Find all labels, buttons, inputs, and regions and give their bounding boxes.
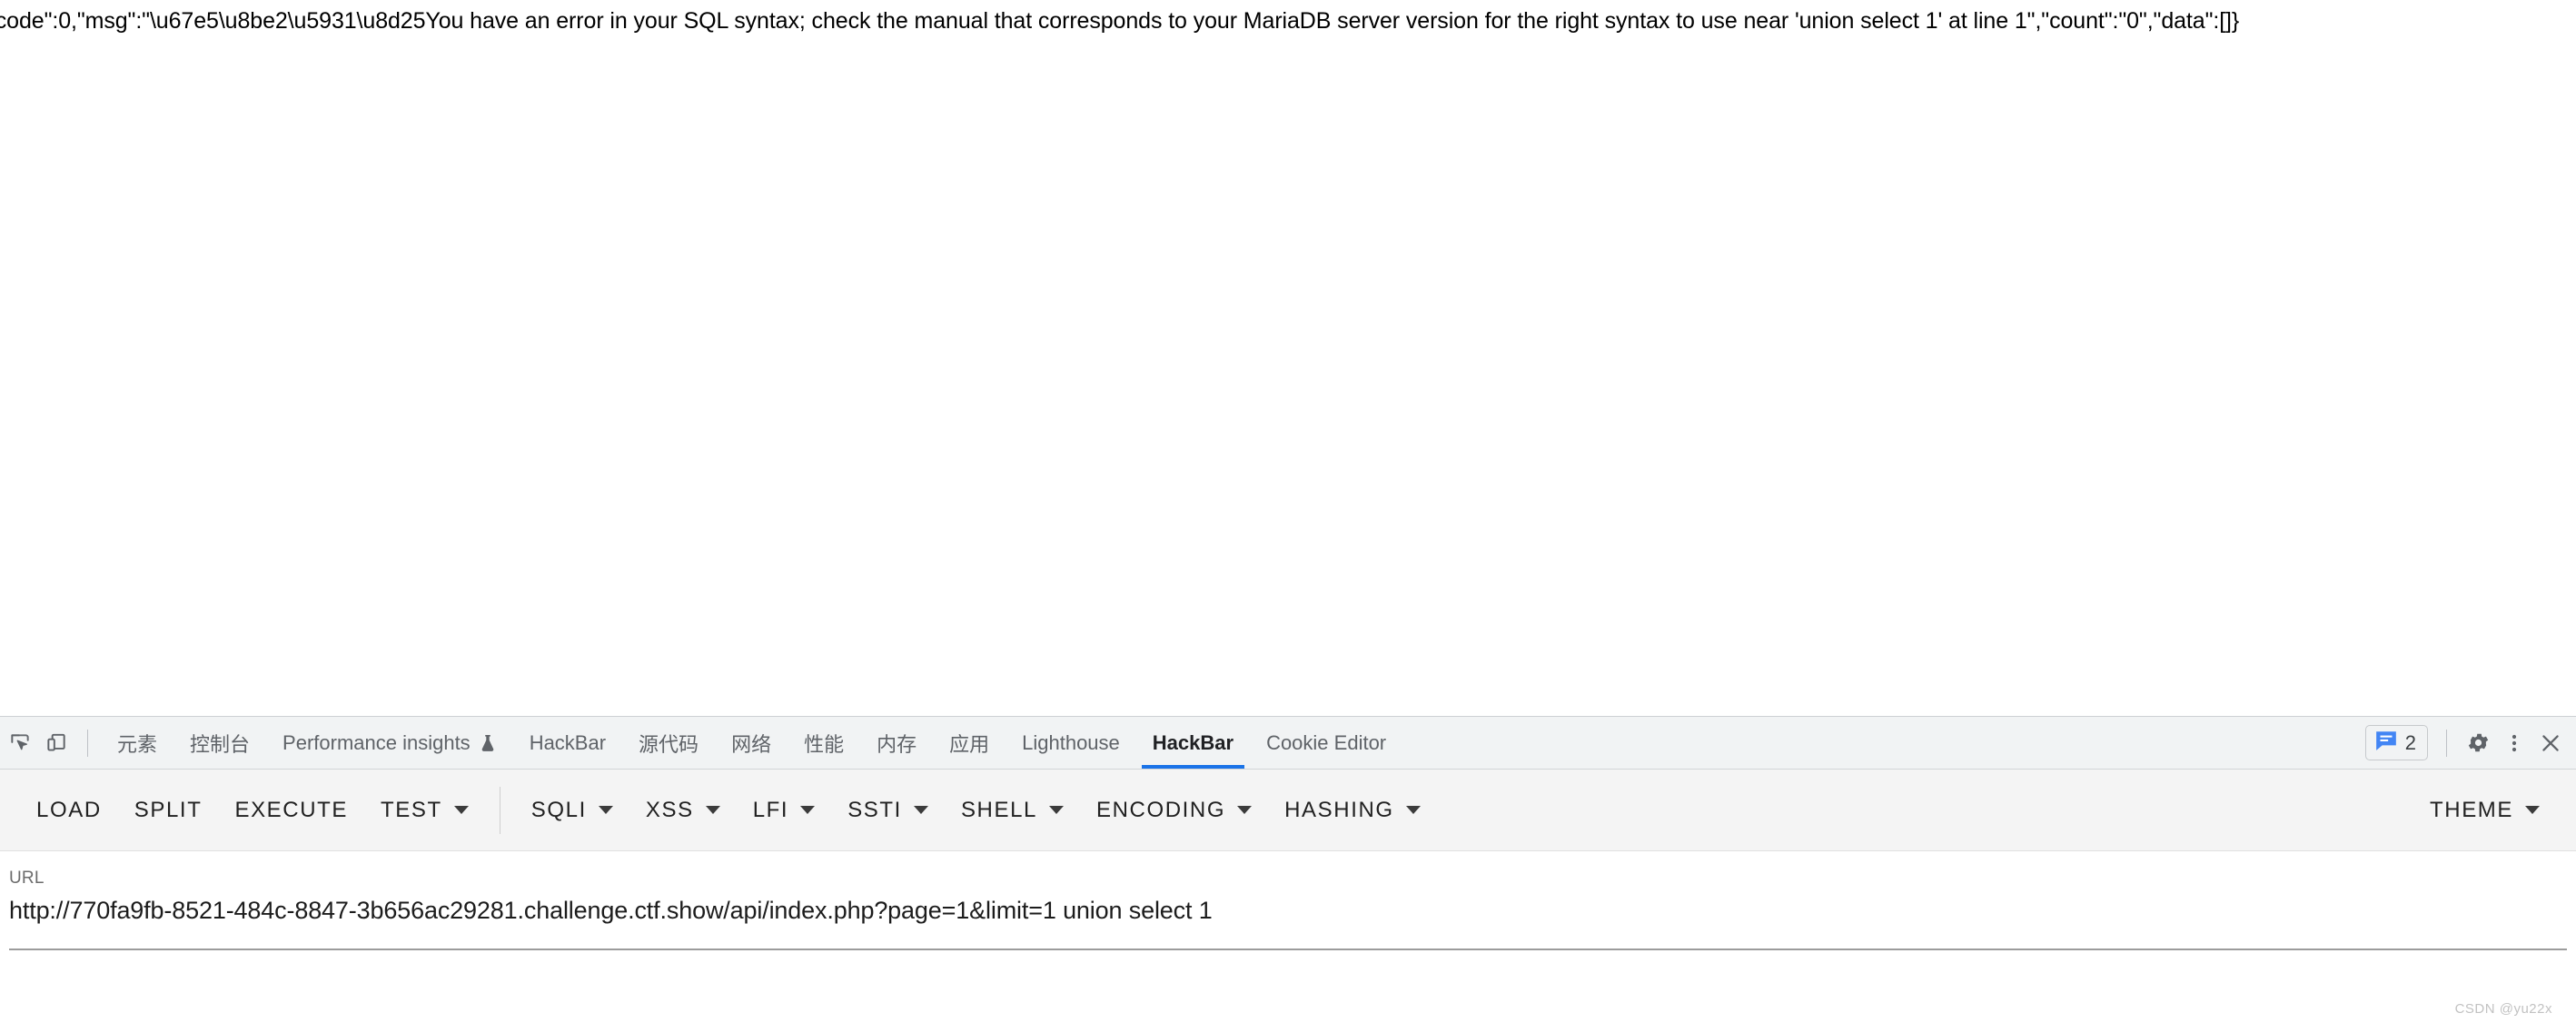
tab-label: 应用: [949, 732, 990, 756]
button-label: THEME: [2430, 797, 2513, 822]
devtools-tabbar-right: 2: [2364, 717, 2576, 769]
tab-application[interactable]: 应用: [933, 717, 1006, 769]
chevron-down-icon: [913, 806, 928, 814]
issues-count: 2: [2404, 730, 2416, 754]
button-label: LFI: [752, 797, 789, 822]
page-viewport: "code":0,"msg":"\u67e5\u8be2\u5931\u8d25…: [0, 0, 2576, 716]
tab-performance-insights[interactable]: Performance insights: [266, 717, 513, 769]
tab-label: 源代码: [639, 732, 699, 756]
flask-icon: [479, 733, 497, 753]
tab-network[interactable]: 网络: [715, 717, 788, 769]
tab-label: 元素: [117, 732, 158, 756]
url-input-underline: [9, 949, 2567, 950]
button-label: SPLIT: [134, 797, 203, 822]
button-label: ENCODING: [1095, 797, 1226, 822]
tab-performance[interactable]: 性能: [788, 717, 860, 769]
button-label: TEST: [381, 797, 442, 822]
hackbar-lfi-menu[interactable]: LFI: [737, 786, 831, 835]
button-label: LOAD: [36, 797, 102, 822]
hackbar-split-button[interactable]: SPLIT: [118, 786, 219, 835]
tab-label: Performance insights: [282, 730, 471, 754]
close-icon[interactable]: [2532, 725, 2569, 761]
tab-label: 控制台: [190, 732, 251, 756]
tab-label: Cookie Editor: [1266, 730, 1387, 754]
watermark: CSDN @yu22x: [2454, 1001, 2552, 1017]
devtools-tabbar-left: [0, 717, 101, 769]
tab-label: HackBar: [1152, 730, 1234, 754]
hackbar-test-menu[interactable]: TEST: [364, 786, 485, 835]
button-label: EXECUTE: [234, 797, 349, 822]
tabbar-divider: [87, 729, 88, 757]
hackbar-shell-menu[interactable]: SHELL: [945, 786, 1080, 835]
tab-label: 性能: [804, 732, 845, 756]
hackbar-ssti-menu[interactable]: SSTI: [831, 786, 945, 835]
tab-memory[interactable]: 内存: [860, 717, 933, 769]
chevron-down-icon: [453, 806, 469, 814]
button-label: HASHING: [1284, 797, 1394, 822]
hackbar-url-zone: URL CSDN @yu22x: [0, 851, 2576, 1023]
devtools-tab-list: 元素 控制台 Performance insights HackBar 源代码 …: [101, 717, 2365, 769]
toolbar-right-divider: [2446, 729, 2447, 757]
tab-label: Lighthouse: [1022, 730, 1120, 754]
tab-sources[interactable]: 源代码: [622, 717, 715, 769]
json-response-text: "code":0,"msg":"\u67e5\u8be2\u5931\u8d25…: [0, 8, 2240, 34]
inspect-element-icon[interactable]: [2, 725, 38, 761]
chevron-down-icon: [1405, 806, 1421, 814]
hackbar-xss-menu[interactable]: XSS: [629, 786, 737, 835]
hackbar-execute-button[interactable]: EXECUTE: [218, 786, 364, 835]
tab-label: HackBar: [529, 730, 607, 754]
chevron-down-icon: [598, 806, 613, 814]
chevron-down-icon: [800, 806, 816, 814]
tab-lighthouse[interactable]: Lighthouse: [1006, 717, 1136, 769]
tab-label: 内存: [877, 732, 917, 756]
chevron-down-icon: [2525, 806, 2540, 814]
hackbar-encoding-menu[interactable]: ENCODING: [1080, 786, 1268, 835]
tab-hackbar-duplicate[interactable]: HackBar: [513, 717, 622, 769]
hackbar-toolbar: LOAD SPLIT EXECUTE TEST SQLI XSS LFI SST…: [0, 770, 2576, 851]
chevron-down-icon: [1048, 806, 1064, 814]
tab-elements[interactable]: 元素: [101, 717, 173, 769]
tab-hackbar[interactable]: HackBar: [1136, 717, 1250, 769]
issues-message-icon: [2374, 730, 2398, 756]
tab-label: 网络: [731, 732, 772, 756]
more-vertical-icon[interactable]: [2496, 725, 2532, 761]
gear-icon[interactable]: [2460, 725, 2496, 761]
tab-console[interactable]: 控制台: [173, 717, 266, 769]
chevron-down-icon: [1237, 806, 1253, 814]
devtools-panel: 元素 控制台 Performance insights HackBar 源代码 …: [0, 716, 2576, 1023]
hackbar-load-button[interactable]: LOAD: [20, 786, 118, 835]
hackbar-theme-menu[interactable]: THEME: [2413, 786, 2556, 835]
devtools-tabbar: 元素 控制台 Performance insights HackBar 源代码 …: [0, 717, 2576, 770]
button-label: SQLI: [530, 797, 587, 822]
hackbar-hashing-menu[interactable]: HASHING: [1268, 786, 1437, 835]
button-label: XSS: [645, 797, 694, 822]
browser-window: "code":0,"msg":"\u67e5\u8be2\u5931\u8d25…: [0, 0, 2576, 1023]
url-field-label: URL: [9, 869, 45, 888]
tab-cookie-editor[interactable]: Cookie Editor: [1250, 717, 1402, 769]
url-input[interactable]: [9, 889, 2567, 936]
chevron-down-icon: [705, 806, 720, 814]
issues-badge[interactable]: 2: [2364, 725, 2428, 760]
device-toolbar-icon[interactable]: [38, 725, 74, 761]
button-label: SHELL: [960, 797, 1037, 822]
hackbar-sqli-menu[interactable]: SQLI: [515, 786, 629, 835]
button-label: SSTI: [847, 797, 902, 822]
